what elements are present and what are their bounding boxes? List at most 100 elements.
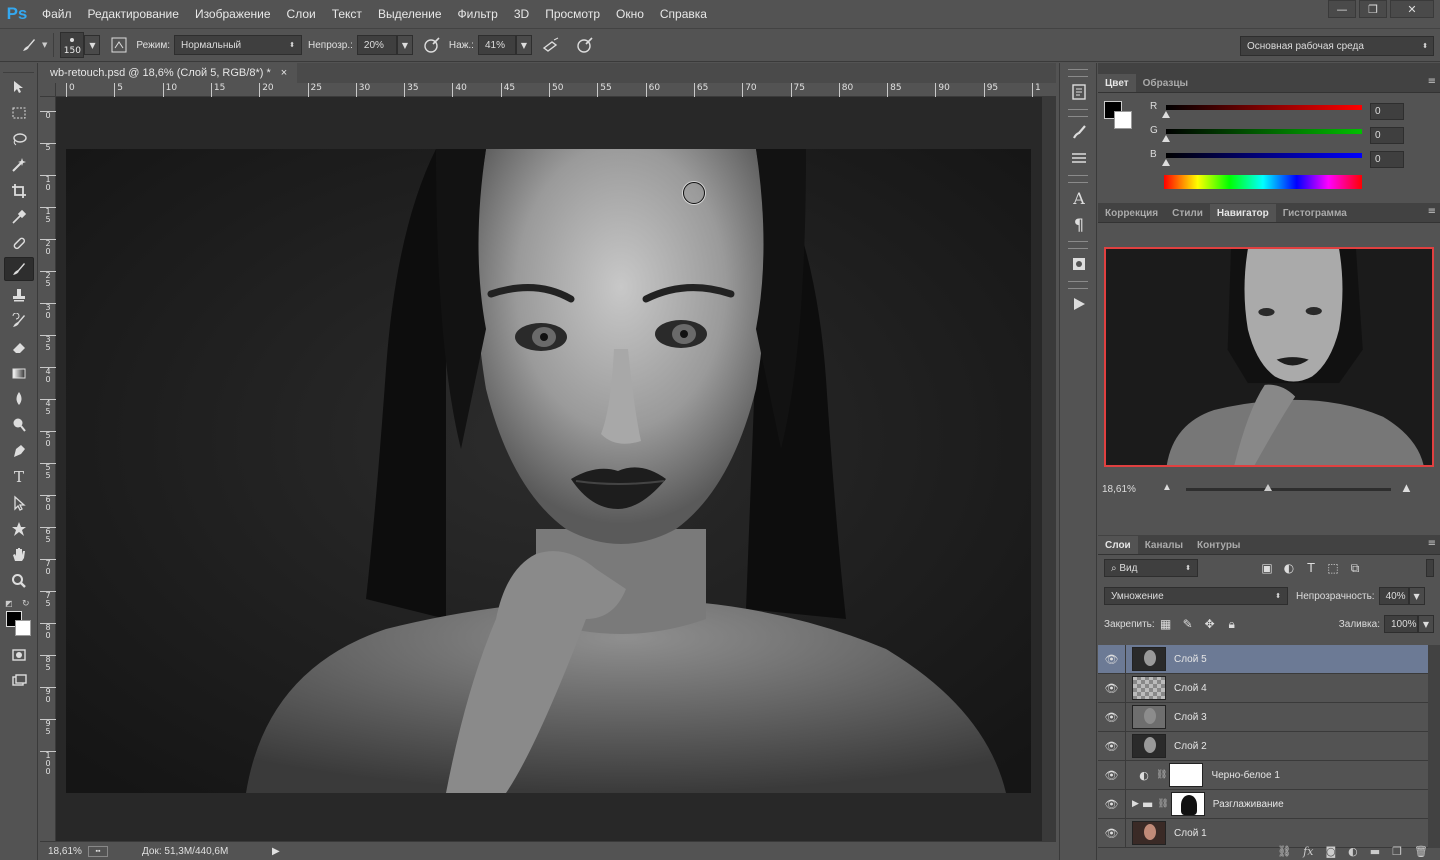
dodge-tool-icon[interactable] <box>4 413 34 437</box>
eraser-tool-icon[interactable] <box>4 335 34 359</box>
opacity-input[interactable]: 20% <box>356 35 397 55</box>
zoom-out-icon[interactable]: ▲ <box>1162 482 1172 493</box>
character-panel-icon[interactable]: A <box>1067 187 1091 209</box>
layer-name[interactable]: Слой 4 <box>1174 683 1207 694</box>
info-panel-icon[interactable] <box>1067 253 1091 275</box>
menu-file[interactable]: Файл <box>34 7 80 21</box>
close-tab-button[interactable]: × <box>281 67 287 79</box>
blue-slider-thumb[interactable] <box>1162 159 1170 166</box>
menu-image[interactable]: Изображение <box>187 7 279 21</box>
ruler-origin[interactable] <box>40 83 56 97</box>
layer-opacity-input[interactable]: 40% <box>1378 587 1409 605</box>
tab-swatches[interactable]: Образцы <box>1136 74 1195 92</box>
zoom-level[interactable]: 18,61% <box>40 846 84 857</box>
panel-grip[interactable] <box>1098 63 1440 73</box>
blend-mode-select[interactable]: Умножение ⬍ <box>1104 587 1288 605</box>
quick-mask-icon[interactable] <box>4 643 34 667</box>
fill-dropdown[interactable]: ▼ <box>1418 615 1434 633</box>
image-canvas[interactable] <box>66 149 1031 793</box>
mode-select[interactable]: Нормальный ⬍ <box>174 35 302 55</box>
actions-panel-icon[interactable] <box>1067 293 1091 315</box>
gradient-tool-icon[interactable] <box>4 361 34 385</box>
paragraph-panel-icon[interactable]: ¶ <box>1067 213 1091 235</box>
brush-presets-panel-icon[interactable] <box>1067 121 1091 143</box>
pressure-dropdown[interactable]: ▼ <box>515 35 532 55</box>
close-window-button[interactable]: ✕ <box>1390 0 1434 18</box>
document-tab[interactable]: wb-retouch.psd @ 18,6% (Слой 5, RGB/8*) … <box>40 63 298 83</box>
dock-grip[interactable] <box>1068 281 1088 289</box>
layer-row[interactable]: 👁︎ Слой 3 <box>1098 702 1428 732</box>
filter-adjustment-icon[interactable]: ◐ <box>1278 561 1300 576</box>
layer-name[interactable]: Черно-белое 1 <box>1211 770 1279 781</box>
lock-image-icon[interactable]: ✎ <box>1177 617 1199 631</box>
history-panel-icon[interactable] <box>1067 81 1091 103</box>
airbrush-icon[interactable] <box>540 34 562 56</box>
menu-edit[interactable]: Редактирование <box>80 7 187 21</box>
brush-tool-icon[interactable] <box>4 257 34 281</box>
tab-paths[interactable]: Контуры <box>1190 536 1247 554</box>
blue-slider[interactable] <box>1166 153 1362 158</box>
layer-name[interactable]: Слой 1 <box>1174 828 1207 839</box>
status-menu-arrow[interactable]: ▶ <box>272 846 280 857</box>
layer-row[interactable]: 👁︎ Слой 5 <box>1098 644 1428 674</box>
visibility-eye-icon[interactable]: 👁︎ <box>1098 731 1126 761</box>
navigator-slider-thumb[interactable] <box>1264 484 1272 491</box>
blur-tool-icon[interactable] <box>4 387 34 411</box>
panel-grip[interactable] <box>3 63 34 73</box>
type-tool-icon[interactable]: T <box>4 465 34 489</box>
menu-3d[interactable]: 3D <box>506 7 537 21</box>
green-slider-thumb[interactable] <box>1162 135 1170 142</box>
brush-size-picker[interactable]: 150 <box>60 32 85 58</box>
red-value[interactable]: 0 <box>1370 103 1404 120</box>
layer-name[interactable]: Слой 5 <box>1174 654 1207 665</box>
layer-row[interactable]: 👁︎ Слой 4 <box>1098 673 1428 703</box>
status-info-icon[interactable]: ▪▪ <box>88 845 108 857</box>
filter-type-icon[interactable]: T <box>1300 561 1322 576</box>
default-colors-icon[interactable]: ◩ <box>5 599 13 608</box>
filter-pixel-icon[interactable]: ▣ <box>1256 561 1278 576</box>
layer-name[interactable]: Разглаживание <box>1213 799 1284 810</box>
menu-layers[interactable]: Слои <box>279 7 324 21</box>
layer-row[interactable]: 👁︎ ◐ ⛓︎ Черно-белое 1 <box>1098 760 1428 790</box>
dock-grip[interactable] <box>1068 69 1088 77</box>
filter-toggle[interactable] <box>1426 559 1434 577</box>
expand-group-icon[interactable]: ▶ <box>1132 799 1142 809</box>
custom-shape-tool-icon[interactable] <box>4 517 34 541</box>
new-layer-icon[interactable]: ❐ <box>1392 845 1402 858</box>
color-spectrum-ramp[interactable] <box>1164 175 1362 189</box>
dock-grip[interactable] <box>1068 175 1088 183</box>
new-group-icon[interactable]: ▬ <box>1370 845 1380 858</box>
visibility-eye-icon[interactable]: 👁︎ <box>1098 789 1126 819</box>
preset-dropdown-arrow-icon[interactable]: ▼ <box>42 41 47 49</box>
red-slider-thumb[interactable] <box>1162 111 1170 118</box>
lock-position-icon[interactable]: ✥ <box>1199 617 1221 631</box>
delete-layer-icon[interactable]: 🗑︎ <box>1414 845 1428 858</box>
panel-menu-icon[interactable]: ≡ <box>1428 538 1436 549</box>
hand-tool-icon[interactable] <box>4 543 34 567</box>
tab-navigator[interactable]: Навигатор <box>1209 204 1276 222</box>
menu-view[interactable]: Просмотр <box>537 7 608 21</box>
move-tool-icon[interactable] <box>4 75 34 99</box>
new-adjustment-layer-icon[interactable]: ◐ <box>1348 845 1358 858</box>
path-selection-tool-icon[interactable] <box>4 491 34 515</box>
green-value[interactable]: 0 <box>1370 127 1404 144</box>
zoom-in-icon[interactable]: ▲ <box>1400 480 1413 495</box>
panel-menu-icon[interactable]: ≡ <box>1428 206 1436 217</box>
vertical-ruler[interactable]: 0 5 10 15 20 25 30 35 40 45 50 55 60 65 70 75 80 85 90 95 10… <box>40 97 56 841</box>
marquee-tool-icon[interactable] <box>4 101 34 125</box>
layer-style-icon[interactable]: fx <box>1303 845 1313 858</box>
tab-color[interactable]: Цвет <box>1098 74 1136 92</box>
layer-name[interactable]: Слой 2 <box>1174 741 1207 752</box>
green-slider[interactable] <box>1166 129 1362 134</box>
navigator-zoom-value[interactable]: 18,61% <box>1098 484 1146 495</box>
navigator-zoom-slider[interactable] <box>1186 484 1391 491</box>
add-mask-icon[interactable]: ◙ <box>1325 845 1336 858</box>
layer-filter-select[interactable]: ⌕ Вид ⬍ <box>1104 559 1198 577</box>
dock-grip[interactable] <box>1068 241 1088 249</box>
background-color-swatch[interactable] <box>15 620 31 636</box>
layer-row[interactable]: 👁︎ ▶ ▬ ⛓︎ Разглаживание <box>1098 789 1428 819</box>
navigator-view-box[interactable] <box>1104 247 1434 467</box>
visibility-eye-icon[interactable]: 👁︎ <box>1098 673 1126 703</box>
pressure-input[interactable]: 41% <box>477 35 516 55</box>
menu-help[interactable]: Справка <box>652 7 715 21</box>
